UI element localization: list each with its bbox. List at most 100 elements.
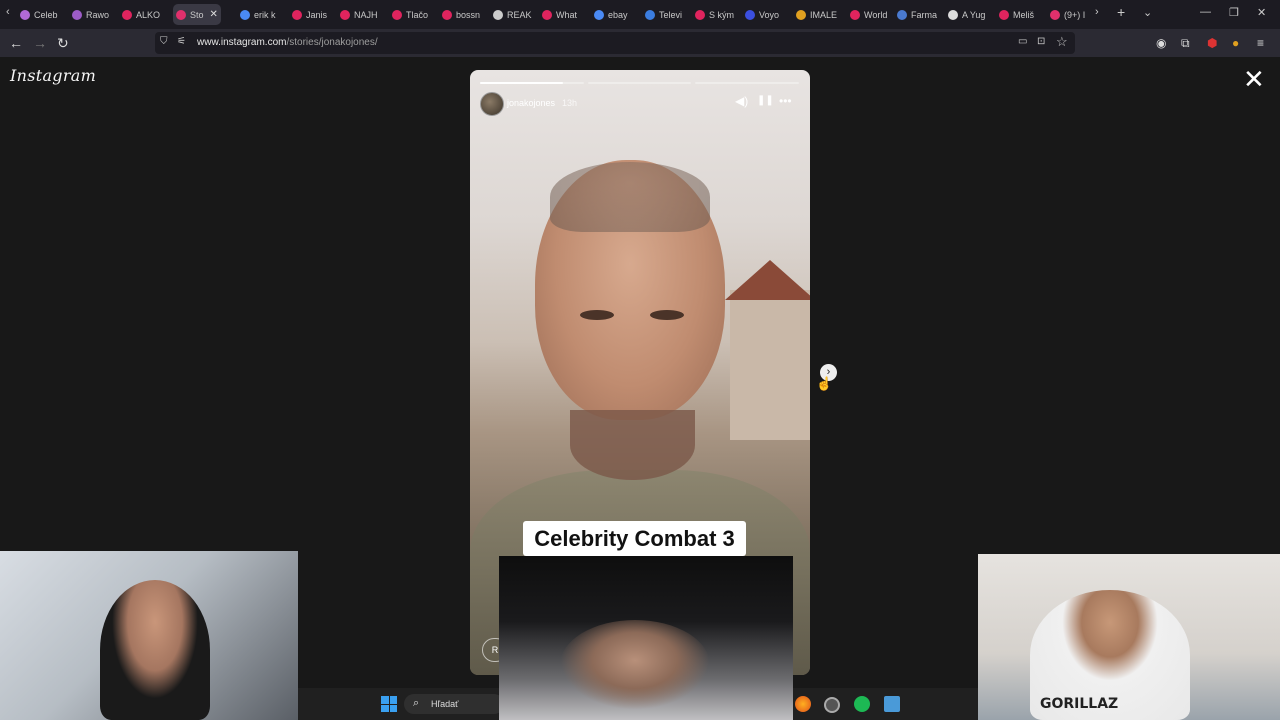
more-options-icon[interactable]: •••: [779, 94, 792, 108]
tab-scroll-left-icon[interactable]: ‹: [6, 6, 10, 18]
back-icon[interactable]: ←: [9, 35, 23, 51]
windows-start-icon[interactable]: [381, 696, 397, 712]
extension-color-icon[interactable]: ●: [1232, 35, 1239, 51]
reload-icon[interactable]: ↻: [57, 35, 69, 51]
tab-6[interactable]: NAJH: [340, 4, 378, 25]
tab-label: NAJH: [354, 9, 378, 20]
story-caption: Celebrity Combat 3: [534, 526, 735, 551]
taskbar-search-label: Hľadať: [431, 699, 459, 709]
tab-label: World: [864, 9, 888, 20]
tab-19[interactable]: Meliš: [999, 4, 1034, 25]
new-tab-button[interactable]: +: [1117, 4, 1125, 20]
right-eye: [650, 310, 684, 320]
tab-favicon-icon: [176, 9, 186, 20]
tab-9[interactable]: REAK: [493, 4, 532, 25]
tab-label: Celeb: [34, 9, 58, 20]
tab-label: erik k: [254, 9, 276, 20]
tab-label: A Yug: [962, 9, 986, 20]
save-to-pocket-icon[interactable]: ⊡: [1037, 36, 1045, 47]
tab-10[interactable]: What: [542, 4, 577, 25]
instagram-logo[interactable]: Instagram: [10, 66, 96, 85]
tab-15[interactable]: IMALE: [796, 4, 837, 25]
webcam-center-person: [560, 620, 710, 710]
tab-11[interactable]: ebay: [594, 4, 628, 25]
mute-icon[interactable]: ◀): [735, 94, 748, 108]
tab-favicon-icon: [292, 9, 302, 20]
mouse-cursor-icon: ☝: [816, 376, 833, 391]
tab-12[interactable]: Televi: [645, 4, 682, 25]
tab-3[interactable]: Sto ✕: [173, 4, 221, 25]
picture-in-picture-icon[interactable]: ▭: [1018, 36, 1027, 47]
shirt-text: GORILLAZ: [1040, 696, 1119, 712]
tab-16[interactable]: World: [850, 4, 887, 25]
minimize-icon[interactable]: —: [1200, 6, 1211, 18]
tab-4[interactable]: erik k: [240, 4, 276, 25]
tab-favicon-icon: [999, 9, 1009, 20]
tab-2[interactable]: ALKO: [122, 4, 160, 25]
tab-favicon-icon: [122, 9, 132, 20]
tab-17[interactable]: Farma: [897, 4, 937, 25]
tab-label: Meliš: [1013, 9, 1035, 20]
story-username[interactable]: jonakojones: [507, 98, 555, 108]
beard: [570, 410, 695, 480]
extensions-icon[interactable]: ⧉: [1181, 35, 1190, 51]
tab-favicon-icon: [796, 9, 806, 20]
tab-1[interactable]: Rawo: [72, 4, 109, 25]
story-progress-fill: [480, 82, 564, 84]
forward-icon[interactable]: →: [33, 35, 47, 51]
tab-list-icon[interactable]: ⌄: [1143, 6, 1152, 19]
tab-8[interactable]: bossn: [442, 4, 480, 25]
tab-label: S kým: [709, 9, 735, 20]
window-close-icon[interactable]: ✕: [1257, 6, 1266, 19]
adblock-icon[interactable]: ⬢: [1207, 35, 1217, 51]
firefox-icon[interactable]: [795, 696, 811, 712]
tab-scroll-right-icon[interactable]: ›: [1095, 6, 1099, 18]
spotify-icon[interactable]: [854, 696, 870, 712]
tab-favicon-icon: [695, 9, 705, 20]
tab-5[interactable]: Janis: [292, 4, 327, 25]
obs-icon[interactable]: [824, 697, 840, 713]
tab-favicon-icon: [240, 9, 250, 20]
notepad-icon[interactable]: [884, 696, 900, 712]
tab-label: What: [556, 9, 578, 20]
tab-7[interactable]: Tlačo: [392, 4, 428, 25]
left-eye: [580, 310, 614, 320]
tab-0[interactable]: Celeb: [20, 4, 58, 25]
tab-favicon-icon: [442, 9, 452, 20]
tab-label: Farma: [911, 9, 938, 20]
tab-close-icon[interactable]: ✕: [210, 9, 218, 20]
tab-20[interactable]: (9+) I: [1050, 4, 1085, 25]
tab-favicon-icon: [948, 9, 958, 20]
pause-icon[interactable]: ❚❚: [757, 95, 774, 106]
tab-13[interactable]: S kým: [695, 4, 734, 25]
tab-18[interactable]: A Yug: [948, 4, 985, 25]
tab-strip: ‹ Celeb Rawo ALKO Sto ✕ erik k Janis NAJH Tlačo b…: [0, 0, 1280, 29]
tab-favicon-icon: [850, 9, 860, 20]
tab-label: ALKO: [136, 9, 161, 20]
shield-icon[interactable]: ⛉: [160, 36, 168, 47]
avatar[interactable]: [480, 92, 504, 116]
permissions-icon[interactable]: ⚟: [177, 36, 186, 47]
tab-label: ebay: [608, 9, 628, 20]
bookmark-star-icon[interactable]: ☆: [1056, 34, 1068, 50]
restore-icon[interactable]: ❐: [1229, 6, 1239, 19]
background-roof: [725, 260, 810, 300]
url-bar[interactable]: ⛉ ⚟ www.instagram.com/stories/jonakojone…: [155, 32, 1075, 54]
story-progress-bar: [480, 82, 584, 84]
tab-label: Janis: [306, 9, 328, 20]
tab-14[interactable]: Voyo: [745, 4, 779, 25]
tab-favicon-icon: [392, 9, 402, 20]
tab-label: Tlačo: [406, 9, 429, 20]
tab-label: (9+) I: [1064, 9, 1086, 20]
tab-favicon-icon: [745, 9, 755, 20]
tab-label: Televi: [659, 9, 683, 20]
background-house: [730, 290, 810, 440]
account-icon[interactable]: ◉: [1156, 35, 1166, 51]
nav-bar: ← → ↻ ⛉ ⚟ www.instagram.com/stories/jona…: [0, 29, 1280, 57]
story-progress-bar: [695, 82, 799, 84]
url-text[interactable]: www.instagram.com/stories/jonakojones/: [197, 37, 378, 48]
tab-label: Voyo: [759, 9, 780, 20]
menu-icon[interactable]: ≡: [1257, 35, 1264, 51]
tab-favicon-icon: [20, 9, 30, 20]
close-story-icon[interactable]: ✕: [1243, 66, 1265, 92]
